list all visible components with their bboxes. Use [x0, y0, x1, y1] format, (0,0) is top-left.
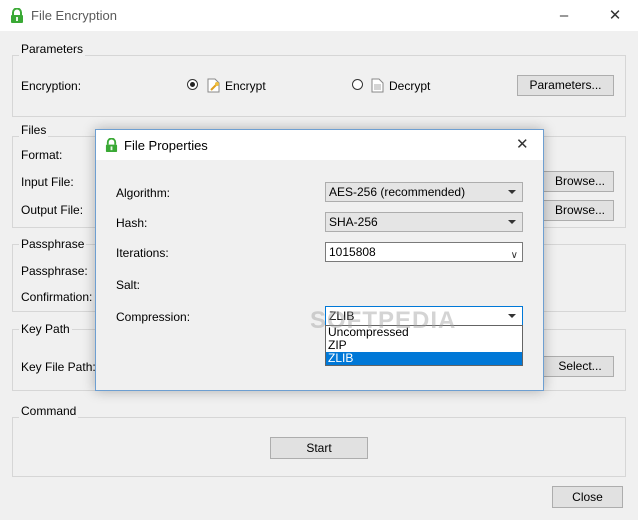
command-group-label: Command — [19, 404, 79, 418]
format-label: Format: — [21, 148, 63, 162]
algorithm-value: AES-256 (recommended) — [329, 185, 466, 199]
dropdown-arrow-icon — [508, 220, 516, 224]
select-key-button[interactable]: Select... — [540, 356, 614, 377]
minimize-button[interactable]: – — [541, 0, 587, 31]
encrypt-radio[interactable] — [187, 79, 198, 90]
iterations-combo[interactable]: 1015808 ∨ — [325, 242, 523, 262]
files-group-label: Files — [19, 123, 49, 137]
decrypt-radio[interactable] — [352, 79, 363, 90]
watermark: SOFTPEDIA — [310, 307, 457, 334]
lock-icon — [105, 138, 118, 152]
compression-label: Compression: — [116, 310, 191, 324]
iterations-label: Iterations: — [116, 246, 169, 260]
encrypt-file-icon — [207, 78, 220, 93]
dropdown-arrow-icon — [508, 314, 516, 318]
key-path-group-label: Key Path — [19, 322, 72, 336]
radio-selected-dot — [190, 82, 195, 87]
hash-label: Hash: — [116, 216, 148, 230]
dropdown-arrow-icon — [508, 190, 516, 194]
browse-input-button[interactable]: Browse... — [540, 171, 614, 192]
encryption-label: Encryption: — [21, 79, 82, 93]
decrypt-option-label[interactable]: Decrypt — [389, 79, 430, 93]
confirmation-label: Confirmation: — [21, 290, 93, 304]
hash-value: SHA-256 — [329, 215, 378, 229]
hash-select[interactable]: SHA-256 — [325, 212, 523, 232]
algorithm-select[interactable]: AES-256 (recommended) — [325, 182, 523, 202]
dialog-title: File Properties — [124, 138, 208, 153]
parameters-button[interactable]: Parameters... — [517, 75, 614, 96]
salt-label: Salt: — [116, 278, 141, 292]
output-file-label: Output File: — [21, 203, 84, 217]
browse-output-button[interactable]: Browse... — [540, 200, 614, 221]
algorithm-label: Algorithm: — [116, 186, 171, 200]
key-file-path-label: Key File Path: — [21, 360, 96, 374]
parameters-group-label: Parameters — [19, 42, 86, 56]
passphrase-label: Passphrase: — [21, 264, 88, 278]
close-button[interactable]: Close — [552, 486, 623, 508]
compression-option[interactable]: ZIP — [326, 339, 522, 352]
close-window-button[interactable]: ✕ — [592, 0, 638, 31]
compression-option-selected[interactable]: ZLIB — [326, 352, 522, 365]
chevron-down-icon: ∨ — [510, 250, 518, 261]
lock-icon — [11, 8, 23, 23]
passphrase-group-label: Passphrase — [19, 237, 87, 251]
file-properties-dialog: File Properties ✕ Algorithm: AES-256 (re… — [95, 129, 544, 391]
iterations-value: 1015808 — [329, 245, 376, 259]
encrypt-option-label[interactable]: Encrypt — [225, 79, 266, 93]
dialog-close-icon[interactable]: ✕ — [516, 135, 529, 153]
start-button[interactable]: Start — [270, 437, 368, 459]
input-file-label: Input File: — [21, 175, 74, 189]
window-title: File Encryption — [31, 8, 117, 23]
decrypt-file-icon — [371, 78, 384, 93]
